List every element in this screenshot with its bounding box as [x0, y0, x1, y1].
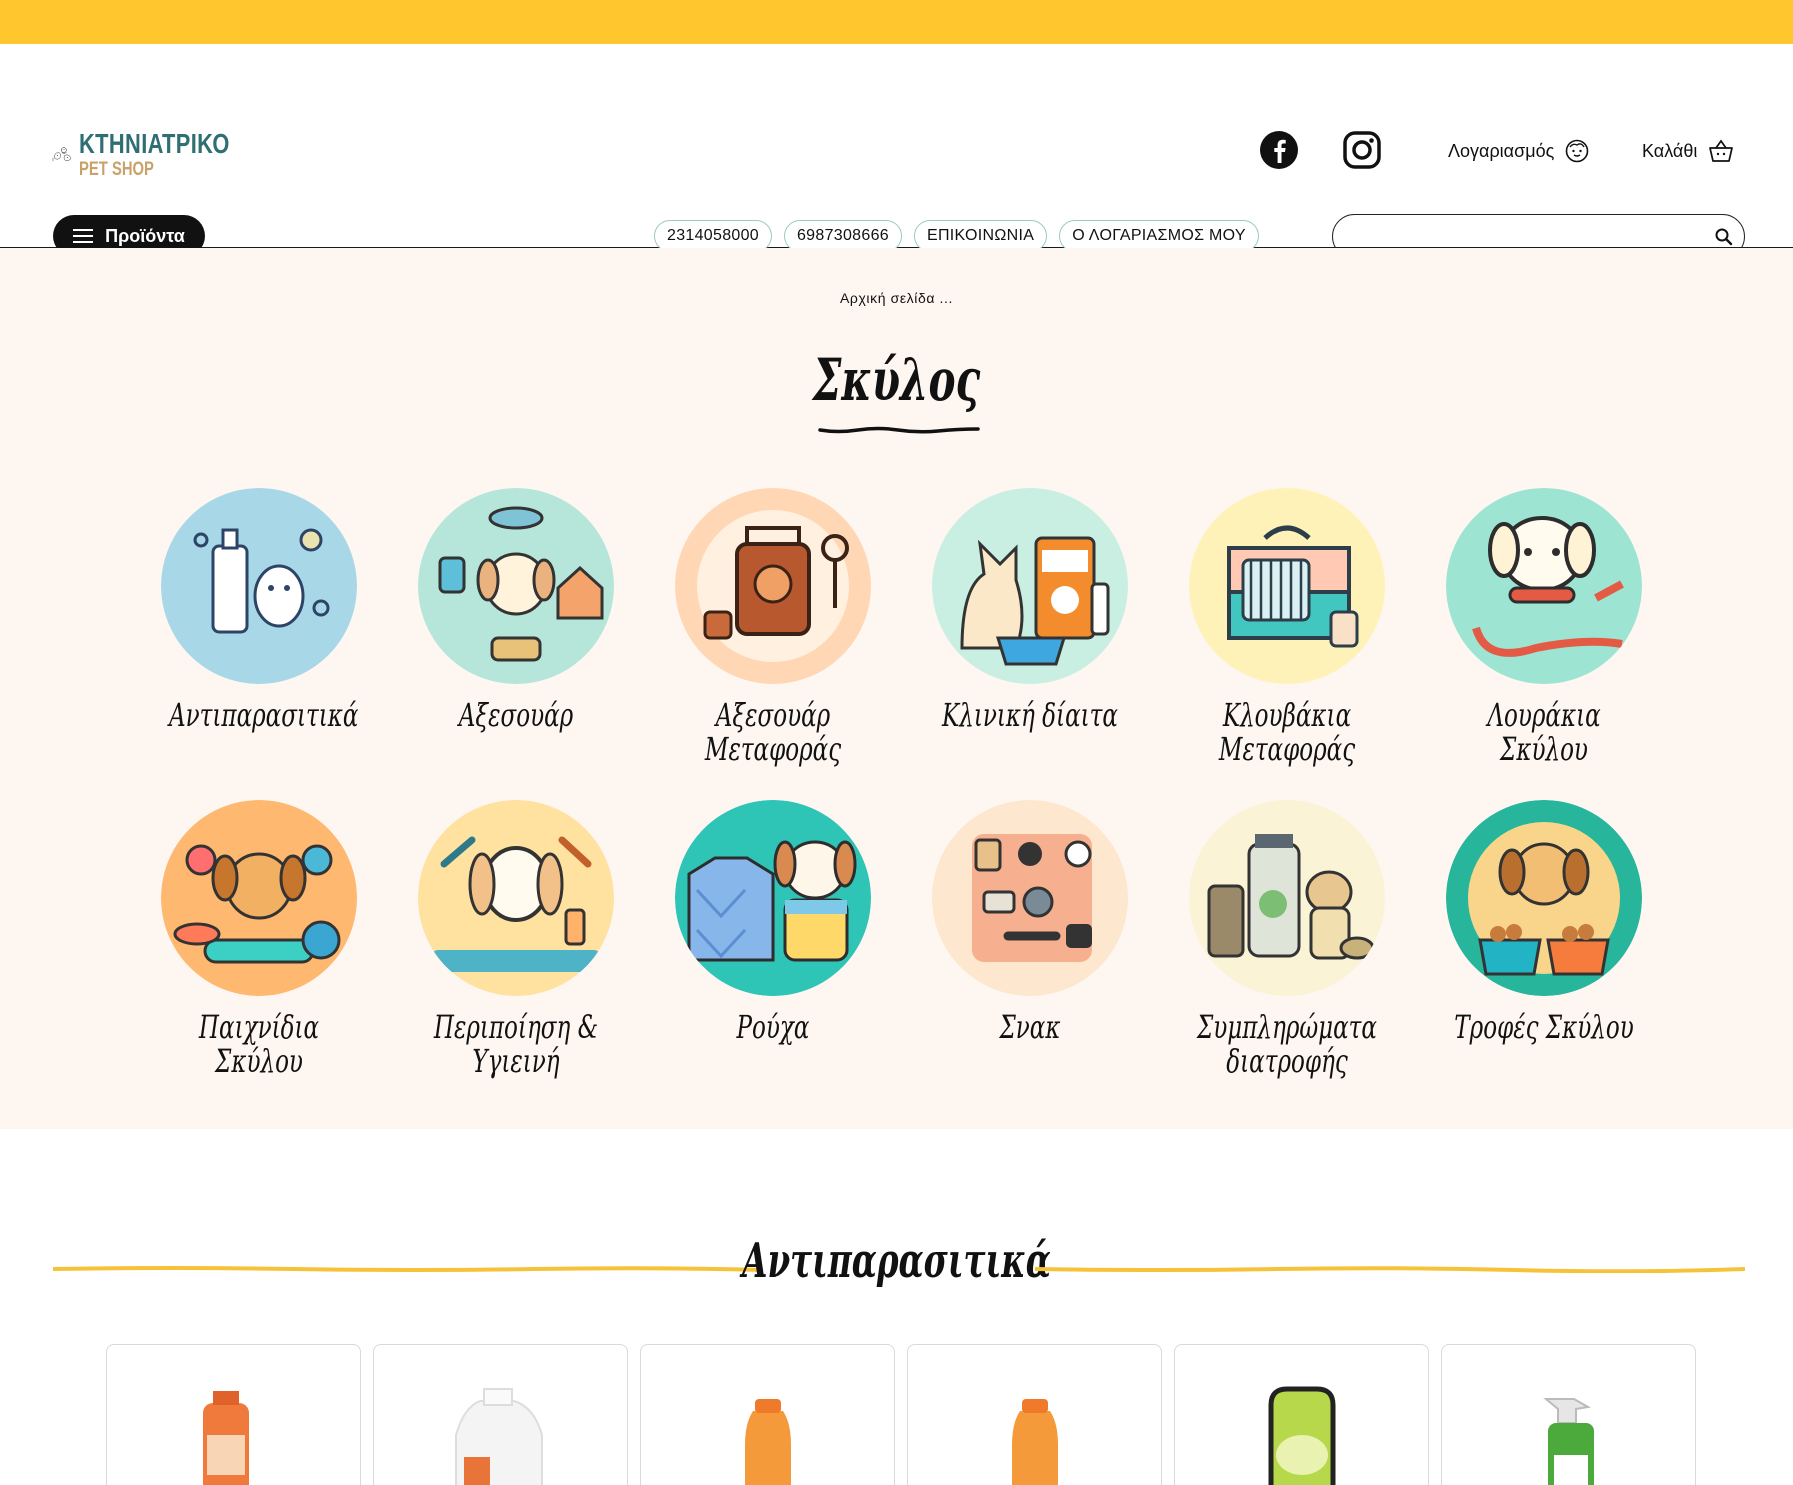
section-title: Αντιπαρασιτικά	[742, 1233, 1051, 1289]
category-label: Κλουβάκια Μεταφοράς	[1218, 696, 1355, 768]
category-accessories[interactable]: Αξεσουάρ	[387, 488, 644, 768]
clothes-icon	[674, 800, 871, 996]
grooming-icon	[417, 800, 614, 996]
decorative-line-right	[1035, 1266, 1745, 1273]
spray-can-product-image	[203, 1391, 249, 1485]
page-title: Σκύλος	[812, 346, 981, 414]
jar-product-image	[1268, 1386, 1336, 1485]
search-icon[interactable]	[1714, 227, 1734, 247]
snacks-icon	[931, 800, 1128, 996]
category-dog-toys[interactable]: Παιχνίδια Σκύλου	[130, 800, 387, 1080]
category-label: Λουράκια Σκύλου	[1486, 696, 1601, 768]
category-supplements[interactable]: Συμπληρώματα διατροφής	[1158, 800, 1415, 1080]
spray-bottle-product-image	[1543, 1398, 1594, 1485]
account-label: Λογαριασμός	[1448, 140, 1555, 161]
cart-label: Καλάθι	[1642, 140, 1698, 161]
category-clothes[interactable]: Ρούχα	[644, 800, 901, 1080]
shampoo-product-image	[1012, 1399, 1058, 1485]
category-clinical-diet[interactable]: Κλινική δίαιτα	[901, 488, 1158, 768]
shampoo-product-image	[745, 1399, 791, 1485]
search-input[interactable]	[1349, 227, 1714, 246]
facebook-icon[interactable]	[1259, 130, 1299, 170]
product-card[interactable]	[1174, 1344, 1429, 1485]
category-label: Τροφές Σκύλου	[1453, 1008, 1634, 1046]
category-snacks[interactable]: Σνακ	[901, 800, 1158, 1080]
account-link[interactable]: Λογαριασμός	[1448, 138, 1590, 164]
category-label: Ρούχα	[736, 1008, 809, 1046]
transport-accessories-icon	[674, 488, 871, 684]
category-label: Κλινική δίαιτα	[941, 696, 1118, 734]
category-label: Παιχνίδια Σκύλου	[198, 1008, 319, 1080]
hamburger-menu-icon	[73, 229, 94, 243]
instagram-icon[interactable]	[1342, 130, 1382, 170]
products-button-label: Προϊόντα	[105, 225, 185, 246]
category-label: Αντιπαρασιτικά	[168, 696, 358, 734]
category-transport-accessories[interactable]: Αξεσουάρ Μεταφοράς	[644, 488, 901, 768]
announcement-bar	[0, 0, 1793, 44]
user-face-icon	[1565, 139, 1589, 163]
dog-food-icon	[1445, 800, 1642, 996]
category-carrier-crates[interactable]: Κλουβάκια Μεταφοράς	[1158, 488, 1415, 768]
category-grooming[interactable]: Περιποίηση & Υγιεινή	[387, 800, 644, 1080]
supplements-icon	[1188, 800, 1385, 996]
basket-icon	[1709, 139, 1734, 162]
product-card[interactable]	[106, 1344, 361, 1485]
category-label: Περιποίηση & Υγιεινή	[433, 1008, 598, 1080]
clinical-diet-icon	[931, 488, 1128, 684]
category-dog-food[interactable]: Τροφές Σκύλου	[1415, 800, 1672, 1080]
title-underline	[818, 426, 980, 434]
dog-leash-icon	[1445, 488, 1642, 684]
category-label: Συμπληρώματα διατροφής	[1196, 1008, 1377, 1080]
carrier-crate-icon	[1188, 488, 1385, 684]
dog-toys-icon	[160, 800, 357, 996]
site-logo[interactable]: ΚΤΗΝΙΑΤΡΙΚΟ PET SHOP	[52, 122, 272, 186]
category-dog-leashes[interactable]: Λουράκια Σκύλου	[1415, 488, 1672, 768]
bottle-product-image	[455, 1388, 543, 1485]
accessories-icon	[417, 488, 614, 684]
site-header: ΚΤΗΝΙΑΤΡΙΚΟ PET SHOP Λογαριασμός Καλάθι	[0, 44, 1793, 259]
category-section: Αρχική σελίδα ... Σκύλος Αντιπαρασιτικά	[0, 248, 1793, 1129]
brand-name: ΚΤΗΝΙΑΤΡΙΚΟ	[78, 127, 230, 159]
pets-logo-icon	[52, 147, 71, 162]
featured-products-section: Αντιπαρασιτικά	[0, 1129, 1793, 1485]
product-cards	[106, 1344, 1696, 1485]
category-label: Σνακ	[999, 1008, 1060, 1046]
cart-link[interactable]: Καλάθι	[1642, 138, 1735, 164]
category-label: Αξεσουάρ Μεταφοράς	[704, 696, 841, 768]
category-antiparasitic[interactable]: Αντιπαρασιτικά	[130, 488, 387, 768]
brand-subtitle: PET SHOP	[78, 158, 154, 180]
category-grid: Αντιπαρασιτικά Αξεσουάρ Αξεσουάρ Μεταφορ…	[130, 488, 1670, 1080]
antiparasitic-icon	[160, 488, 357, 684]
product-card[interactable]	[907, 1344, 1162, 1485]
product-card[interactable]	[640, 1344, 895, 1485]
product-card[interactable]	[373, 1344, 628, 1485]
breadcrumb[interactable]: Αρχική σελίδα ...	[0, 290, 1793, 306]
product-card[interactable]	[1441, 1344, 1696, 1485]
category-label: Αξεσουάρ	[458, 696, 573, 734]
